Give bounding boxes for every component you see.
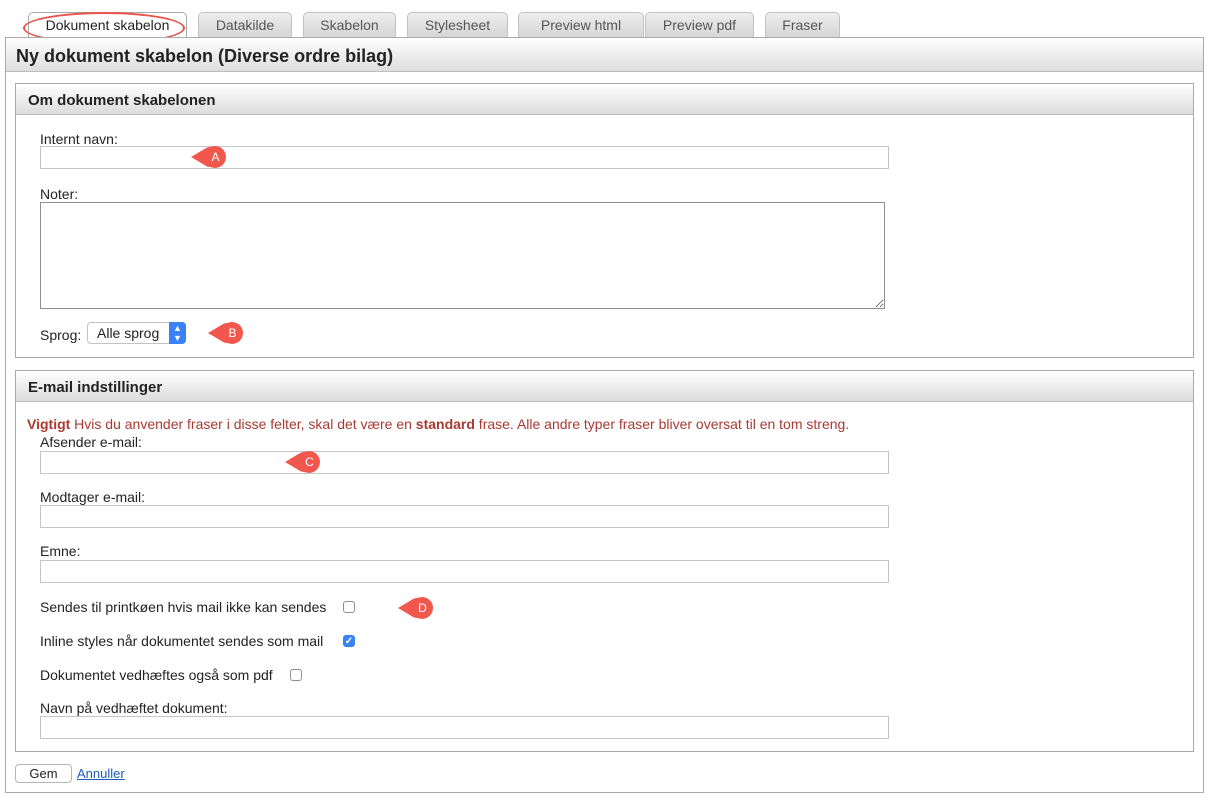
print-queue-label: Sendes til printkøen hvis mail ikke kan … — [40, 599, 327, 615]
notes-label: Noter: — [40, 186, 79, 202]
tab-fraser[interactable]: Fraser — [765, 12, 840, 37]
marker-label: C — [305, 455, 314, 469]
tab-label: Stylesheet — [424, 17, 491, 33]
print-queue-checkbox[interactable] — [343, 601, 355, 613]
phrase-warning: Vigtigt Hvis du anvender fraser i disse … — [27, 416, 849, 432]
marker-label: B — [228, 326, 237, 340]
language-select[interactable]: Alle sprog ▲ ▼ — [87, 322, 186, 344]
subject-input[interactable] — [40, 560, 889, 583]
sender-email-input[interactable] — [40, 451, 889, 474]
tab-label: Fraser — [782, 17, 823, 33]
language-label: Sprog: — [40, 327, 82, 343]
inline-styles-checkbox[interactable]: ✓ — [343, 635, 355, 647]
checkmark-icon: ✓ — [344, 636, 354, 647]
section-title: Om dokument skabelonen — [16, 84, 1193, 115]
email-section: E-mail indstillinger Vigtigt Hvis du anv… — [15, 370, 1194, 752]
sender-label: Afsender e-mail: — [40, 434, 142, 450]
annotation-marker: C — [285, 451, 321, 473]
tab-label: Preview pdf — [662, 17, 737, 33]
chevron-updown-icon: ▲ ▼ — [169, 322, 186, 344]
annotation-marker: B — [208, 322, 244, 344]
annotation-marker: A — [191, 146, 227, 168]
internal-name-input[interactable] — [40, 146, 889, 169]
template-form: Ny dokument skabelon (Diverse ordre bila… — [5, 37, 1204, 793]
language-select-value: Alle sprog — [97, 325, 160, 341]
save-button[interactable]: Gem — [15, 764, 72, 783]
warning-emphasis: standard — [415, 416, 475, 432]
attachment-name-input[interactable] — [40, 716, 889, 739]
inline-styles-label: Inline styles når dokumentet sendes som … — [40, 633, 324, 649]
internal-name-label: Internt navn: — [40, 131, 118, 147]
page-title: Ny dokument skabelon (Diverse ordre bila… — [6, 38, 1203, 72]
tab-label: Dokument skabelon — [45, 17, 170, 33]
warning-text: Hvis du anvender fraser i disse felter, … — [70, 416, 416, 432]
tab-preview-pdf[interactable]: Preview pdf — [645, 12, 754, 37]
tab-dokument-skabelon[interactable]: Dokument skabelon — [23, 12, 187, 44]
tab-preview-html[interactable]: Preview html — [518, 12, 644, 37]
attach-pdf-label: Dokumentet vedhæftes også som pdf — [40, 667, 273, 683]
recipient-label: Modtager e-mail: — [40, 489, 146, 505]
cancel-link[interactable]: Annuller — [77, 766, 125, 781]
tab-datakilde[interactable]: Datakilde — [198, 12, 292, 37]
recipient-email-input[interactable] — [40, 505, 889, 528]
marker-label: A — [211, 150, 220, 164]
tab-skabelon[interactable]: Skabelon — [303, 12, 396, 37]
warning-text-end: frase. Alle andre typer fraser bliver ov… — [474, 416, 850, 432]
tab-label: Skabelon — [320, 17, 379, 33]
notes-textarea[interactable] — [40, 202, 885, 309]
attachment-name-label: Navn på vedhæftet dokument: — [40, 700, 228, 716]
tab-stylesheet[interactable]: Stylesheet — [407, 12, 508, 37]
marker-label: D — [418, 601, 427, 615]
subject-label: Emne: — [40, 543, 81, 559]
warning-strong: Vigtigt — [27, 416, 71, 432]
section-title: E-mail indstillinger — [16, 371, 1193, 402]
tab-label: Datakilde — [215, 17, 275, 33]
annotation-marker: D — [398, 597, 434, 619]
attach-pdf-checkbox[interactable] — [290, 669, 302, 681]
about-section: Om dokument skabelonen Internt navn: Not… — [15, 83, 1194, 358]
tab-label: Preview html — [540, 17, 622, 33]
